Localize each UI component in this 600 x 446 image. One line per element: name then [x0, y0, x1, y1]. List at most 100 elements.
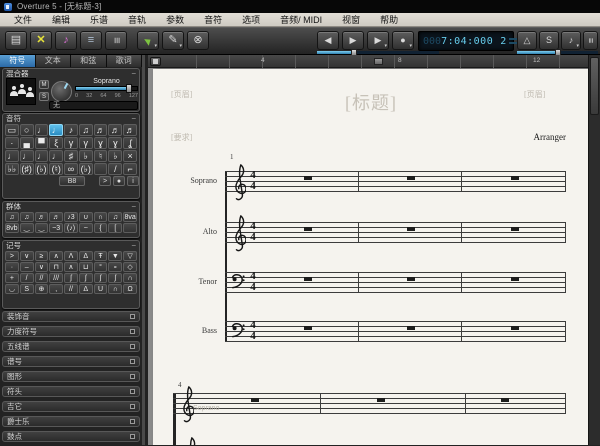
mark-palette-cell[interactable]: ▽: [123, 251, 137, 261]
note-palette-cell[interactable]: (♯): [19, 163, 34, 175]
note-palette-cell[interactable]: ♩: [34, 124, 49, 136]
note-palette-cell[interactable]: ▄: [19, 137, 34, 149]
mark-palette-cell[interactable]: S: [19, 284, 34, 294]
note-palette-cell[interactable]: ♬: [93, 124, 108, 136]
mark-palette-cell[interactable]: Λ: [64, 251, 78, 261]
mark-palette-cell[interactable]: ⊔: [78, 262, 93, 272]
collapse-icon[interactable]: −: [131, 202, 136, 211]
group-palette-cell[interactable]: ♬: [34, 212, 49, 222]
playback-toggle-button[interactable]: >: [99, 176, 111, 186]
note-palette-cell[interactable]: ○: [19, 124, 34, 136]
mark-palette-cell[interactable]: ⊓: [49, 262, 64, 272]
note-palette-cell[interactable]: ♩: [5, 150, 19, 162]
collapsed-panel-header[interactable]: 爵士乐: [2, 416, 140, 427]
mark-palette-cell[interactable]: °: [93, 262, 108, 272]
collapse-icon[interactable]: −: [131, 69, 136, 78]
eraser-tool-button[interactable]: ⊗: [187, 31, 209, 50]
score-page[interactable]: [页眉] [页眉] [标题] [要求] Arranger 1 Soprano A…: [153, 69, 588, 445]
staff-label-alto[interactable]: Alto: [157, 227, 217, 236]
note-palette-cell[interactable]: ♭♭: [5, 163, 19, 175]
pan-knob[interactable]: [51, 81, 72, 102]
note-palette-cell[interactable]: ♩: [49, 150, 64, 162]
mark-palette-cell[interactable]: +: [5, 273, 19, 283]
palette-tab[interactable]: 文本: [35, 55, 71, 67]
notes-panel-header[interactable]: 音符 −: [3, 114, 139, 123]
note-palette-cell[interactable]: ♩: [49, 124, 64, 136]
record-button[interactable]: ● ▾: [392, 31, 414, 50]
collapsed-panel-header[interactable]: 力度符号: [2, 326, 140, 337]
volume-handle[interactable]: [126, 84, 133, 93]
levels-button[interactable]: ≡: [583, 31, 598, 50]
info-button[interactable]: i: [127, 176, 139, 186]
group-palette-cell[interactable]: ‿: [34, 223, 49, 233]
palette-tab[interactable]: 和弦: [71, 55, 107, 67]
mark-palette-cell[interactable]: ⊕: [34, 284, 49, 294]
note-palette-cell[interactable]: ♬: [108, 124, 123, 136]
mark-palette-cell[interactable]: ,: [49, 284, 64, 294]
menu-item[interactable]: 文件: [4, 13, 42, 26]
palette-tab[interactable]: 符号: [0, 55, 36, 67]
solo-button[interactable]: S: [39, 92, 49, 101]
mark-palette-cell[interactable]: Δ: [78, 251, 93, 261]
rewind-button[interactable]: ◀: [317, 31, 339, 50]
pencil-tool-button[interactable]: ✎ ▾: [162, 31, 184, 50]
menu-item[interactable]: 选项: [232, 13, 270, 26]
mark-palette-cell[interactable]: ∘: [108, 262, 123, 272]
group-palette-cell[interactable]: ∩: [93, 212, 108, 222]
staff-tenor[interactable]: [225, 272, 566, 293]
mark-palette-cell[interactable]: ʃ: [108, 273, 123, 283]
mark-palette-cell[interactable]: Ŧ: [93, 251, 108, 261]
note-palette-cell[interactable]: ɣ: [93, 137, 108, 149]
group-palette-cell[interactable]: {: [93, 223, 108, 233]
note-palette-cell[interactable]: ♩: [19, 150, 34, 162]
note-palette-cell[interactable]: [93, 163, 108, 175]
palette-tab[interactable]: 歌词: [106, 55, 142, 67]
tools-button[interactable]: ✕: [30, 31, 52, 50]
note-palette-cell[interactable]: γ: [78, 137, 93, 149]
note-palette-cell[interactable]: /: [108, 163, 123, 175]
swing-button[interactable]: S: [539, 31, 559, 50]
menu-item[interactable]: 音轨: [118, 13, 156, 26]
title-placeholder[interactable]: [标题]: [153, 89, 588, 115]
group-palette-cell[interactable]: ♫: [5, 212, 19, 222]
menu-item[interactable]: 乐谱: [80, 13, 118, 26]
ruler-handle[interactable]: [374, 58, 383, 65]
mark-palette-cell[interactable]: U: [93, 284, 108, 294]
note-palette-cell[interactable]: (♭): [78, 163, 93, 175]
mark-palette-cell[interactable]: ▼: [108, 251, 123, 261]
note-palette-cell[interactable]: ·: [5, 137, 19, 149]
metronome-button[interactable]: △: [517, 31, 537, 50]
note-palette-cell[interactable]: ♪: [64, 124, 78, 136]
mixer-button[interactable]: ≡: [105, 31, 127, 50]
transport-slider[interactable]: [317, 49, 439, 56]
note-palette-cell[interactable]: ×: [123, 150, 137, 162]
record-toggle-button[interactable]: ●: [113, 176, 125, 186]
group-palette-cell[interactable]: 8va: [123, 212, 137, 222]
arranger-label[interactable]: Arranger: [486, 132, 566, 142]
volume-slider[interactable]: [75, 84, 138, 93]
collapse-icon[interactable]: −: [131, 114, 136, 123]
note-palette-cell[interactable]: ♭: [78, 150, 93, 162]
step-play-button[interactable]: ▶: [342, 31, 364, 50]
group-palette-cell[interactable]: ~3: [49, 223, 64, 233]
mark-palette-cell[interactable]: ʃ: [93, 273, 108, 283]
note-palette-cell[interactable]: ∞: [64, 163, 78, 175]
group-palette-cell[interactable]: ♪3: [64, 212, 78, 222]
menu-item[interactable]: 编辑: [42, 13, 80, 26]
note-duration-button[interactable]: ♪ ▾: [561, 31, 581, 50]
select-tool-button[interactable]: ▾: [137, 31, 159, 50]
mark-palette-cell[interactable]: ʃ: [64, 273, 78, 283]
staff-label-bass[interactable]: Bass: [157, 326, 217, 335]
mark-palette-cell[interactable]: ∨: [19, 251, 34, 261]
note-palette-cell[interactable]: ▀: [34, 137, 49, 149]
scrollbar-thumb[interactable]: [590, 57, 599, 115]
menu-item[interactable]: 音频/ MIDI: [270, 13, 332, 26]
mark-palette-cell[interactable]: ∧: [64, 262, 78, 272]
note-palette-cell[interactable]: (♮): [49, 163, 64, 175]
collapsed-panel-header[interactable]: 谱号: [2, 356, 140, 367]
mark-palette-cell[interactable]: ·: [5, 262, 19, 272]
mark-palette-cell[interactable]: Ω: [123, 284, 137, 294]
mark-palette-cell[interactable]: ∩: [108, 284, 123, 294]
subtitle-placeholder[interactable]: [要求]: [171, 132, 192, 143]
group-palette-cell[interactable]: (♪): [64, 223, 78, 233]
